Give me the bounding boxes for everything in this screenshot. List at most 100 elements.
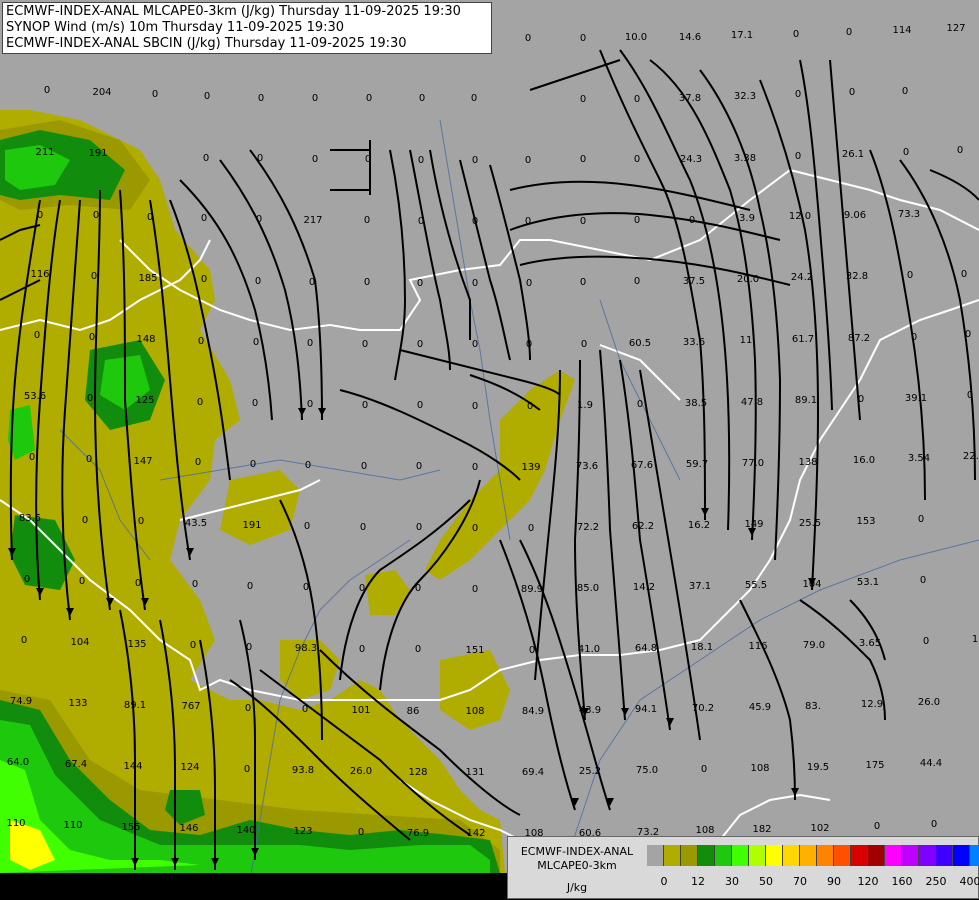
cin-value-label: 0 (525, 216, 531, 227)
cin-value-label: 67.4 (65, 759, 87, 770)
cin-value-label: 61.7 (792, 334, 814, 345)
cin-value-label: 74.9 (10, 696, 32, 707)
cin-value-label: 64.8 (635, 643, 657, 654)
cin-value-label: 149 (744, 519, 763, 530)
cin-value-label: 69.4 (522, 767, 544, 778)
cin-value-label: 24.3 (680, 154, 702, 165)
cin-value-label: 0 (634, 154, 640, 165)
cin-value-label: 94.1 (635, 704, 657, 715)
cin-value-label: 108 (695, 825, 714, 836)
legend-swatch (664, 845, 681, 866)
cin-value-label: 86 (407, 706, 420, 717)
cin-value-label: 217 (303, 215, 322, 226)
cin-value-label: 0 (965, 329, 971, 340)
cin-value-label: 43.5 (185, 518, 207, 529)
cin-value-label: 146 (179, 823, 198, 834)
legend-swatch (902, 845, 919, 866)
cin-value-label: 0 (920, 575, 926, 586)
cin-value-label: 104 (802, 579, 821, 590)
cin-value-label: 131 (465, 767, 484, 778)
cin-value-label: 0 (858, 394, 864, 405)
cin-value-label: 37.5 (683, 276, 705, 287)
cin-value-label: 17.1 (731, 30, 753, 41)
cin-value-label: 60.5 (629, 338, 651, 349)
weather-map[interactable]: 0 204 0 0 0 0 0 0 0 0 0 10.0 14.6 17.1 0 0 114 127 0 0 37.8 3… (0, 0, 979, 873)
cin-value-label: 204 (92, 87, 111, 98)
cin-value-label: 0 (201, 274, 207, 285)
cin-value-label: 93.8 (292, 765, 314, 776)
cin-value-label: 26.0 (918, 697, 940, 708)
cin-value-label: 0 (961, 269, 967, 280)
cin-value-label: 11 (740, 335, 753, 346)
cin-value-label: 0 (472, 523, 478, 534)
cin-value-label: 147 (133, 456, 152, 467)
cin-value-label: 0 (634, 276, 640, 287)
cin-value-label: 0 (472, 155, 478, 166)
cin-value-label: 0 (358, 827, 364, 838)
cin-value-label: 0 (34, 330, 40, 341)
cin-value-label: 0 (918, 514, 924, 525)
cin-value-label: 0 (634, 215, 640, 226)
legend-swatch (970, 845, 979, 866)
cin-value-label: 104 (70, 637, 89, 648)
legend-title: ECMWF-INDEX-ANAL MLCAPE0-3km (512, 845, 642, 873)
legend-tick-label: 30 (725, 875, 739, 888)
cin-value-label: 138 (798, 457, 817, 468)
cin-value-label: 73.3 (898, 209, 920, 220)
cin-value-label: 0 (362, 339, 368, 350)
cin-value-label: 0 (247, 581, 253, 592)
cin-value-label: 14.2 (633, 582, 655, 593)
legend-tick-label: 160 (891, 875, 913, 888)
cin-value-label: 72.2 (577, 522, 599, 533)
cin-value-label: 0 (472, 278, 478, 289)
legend-swatch (834, 845, 851, 866)
cin-value-label: 0 (365, 154, 371, 165)
cin-value-label: 0 (580, 277, 586, 288)
cin-value-label: 12.9 (861, 699, 883, 710)
cin-value-label: 114 (892, 25, 911, 36)
header-line-cin: ECMWF-INDEX-ANAL SBCIN (J/kg) Thursday 1… (6, 36, 407, 51)
cin-value-label: 0 (198, 336, 204, 347)
cin-value-label: 128 (408, 767, 427, 778)
cin-value-label: 139 (521, 462, 540, 473)
cin-value-label: 59.7 (686, 459, 708, 470)
cin-value-label: 0 (190, 640, 196, 651)
legend-swatch (919, 845, 936, 866)
cin-value-label: 0 (418, 216, 424, 227)
cin-value-label: 14.6 (679, 32, 701, 43)
cin-value-label: 87.2 (848, 333, 870, 344)
cin-value-label: 0 (258, 93, 264, 104)
cin-value-label: 0 (580, 94, 586, 105)
cin-value-label: 0 (580, 216, 586, 227)
cin-value-label: 25.2 (579, 766, 601, 777)
cin-value-label: 0 (362, 400, 368, 411)
cin-value-label: 0 (309, 277, 315, 288)
cin-value-label: 0 (795, 89, 801, 100)
cin-value-label: 76.9 (407, 828, 429, 839)
cin-value-label: 0 (418, 155, 424, 166)
cin-value-label: 45.9 (749, 702, 771, 713)
cin-value-label: 0 (902, 86, 908, 97)
cin-value-label: 116 (30, 269, 49, 280)
cin-value-label: 182 (752, 824, 771, 835)
cin-value-label: 151 (465, 645, 484, 656)
cin-value-label: 0 (528, 523, 534, 534)
legend-swatch (749, 845, 766, 866)
cin-value-label: 0 (366, 93, 372, 104)
cin-value-label: 0 (195, 457, 201, 468)
cin-value-label: 0 (846, 27, 852, 38)
cin-value-label: 125 (135, 395, 154, 406)
cin-value-label: 0 (416, 461, 422, 472)
cin-value-label: 0 (87, 393, 93, 404)
cin-value-label: 0 (472, 462, 478, 473)
cin-value-label: 0 (244, 764, 250, 775)
cin-value-label: 32.8 (846, 271, 868, 282)
cin-value-label: 16.0 (853, 455, 875, 466)
cin-value-label: 98.3 (295, 643, 317, 654)
cin-value-label: 39.1 (905, 393, 927, 404)
cin-value-label: 0 (305, 460, 311, 471)
cin-value-label: 0 (689, 215, 695, 226)
cin-value-label: 33.6 (683, 337, 705, 348)
cin-value-label: 0 (525, 33, 531, 44)
cin-value-label: 0 (245, 703, 251, 714)
